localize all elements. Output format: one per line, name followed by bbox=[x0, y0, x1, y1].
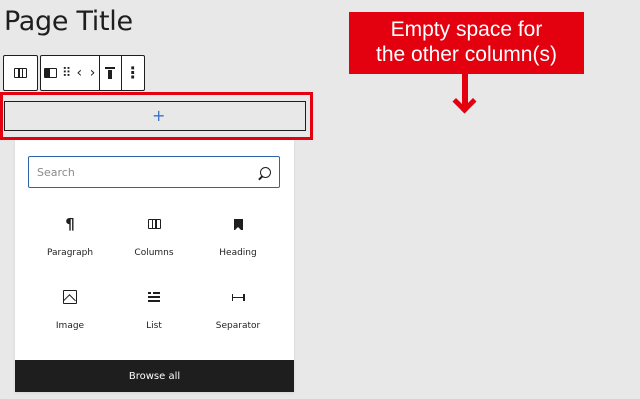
chevron-right-icon: › bbox=[89, 65, 96, 81]
column-block-type-button[interactable] bbox=[41, 56, 59, 90]
block-label: Columns bbox=[134, 248, 174, 258]
drag-handle[interactable]: ⠿ bbox=[59, 56, 72, 90]
toolbar-group-block: ⠿ ‹ › ⋮ bbox=[40, 55, 145, 91]
block-label: List bbox=[146, 321, 162, 331]
browse-all-button[interactable]: Browse all bbox=[15, 360, 294, 392]
move-left-button[interactable]: ‹ bbox=[73, 56, 86, 90]
move-right-button[interactable]: › bbox=[86, 56, 99, 90]
search-icon bbox=[260, 166, 271, 178]
block-item-paragraph[interactable]: ¶ Paragraph bbox=[28, 212, 112, 285]
block-label: Paragraph bbox=[46, 248, 94, 258]
align-top-icon bbox=[105, 67, 116, 79]
paragraph-icon: ¶ bbox=[65, 215, 75, 233]
block-item-list[interactable]: List bbox=[112, 285, 196, 358]
select-parent-columns-button[interactable] bbox=[4, 56, 37, 90]
annotation-arrow-head bbox=[452, 89, 477, 114]
annotation-line-2: the other column(s) bbox=[376, 43, 557, 66]
page-title[interactable]: Page Title bbox=[4, 6, 133, 37]
columns-icon bbox=[14, 68, 27, 78]
toolbar-group-parent bbox=[3, 55, 38, 91]
block-grid: ¶ Paragraph Columns Heading Image List S… bbox=[28, 212, 280, 358]
block-item-separator[interactable]: Separator bbox=[196, 285, 280, 358]
block-toolbar: ⠿ ‹ › ⋮ bbox=[3, 55, 145, 91]
separator-icon bbox=[231, 285, 245, 309]
vertical-align-button[interactable] bbox=[100, 56, 121, 90]
block-label: Heading bbox=[219, 248, 257, 258]
annotation-highlight-box bbox=[0, 92, 313, 140]
block-inserter-popover: ¶ Paragraph Columns Heading Image bbox=[15, 140, 294, 392]
chevron-left-icon: ‹ bbox=[76, 65, 83, 81]
block-label: Image bbox=[55, 321, 85, 331]
block-item-image[interactable]: Image bbox=[28, 285, 112, 358]
block-item-columns[interactable]: Columns bbox=[112, 212, 196, 285]
search-input[interactable] bbox=[37, 165, 260, 179]
heading-icon bbox=[233, 212, 243, 236]
search-field[interactable] bbox=[28, 156, 280, 188]
annotation-line-1: Empty space for bbox=[390, 18, 543, 41]
block-label: Separator bbox=[215, 321, 261, 331]
column-icon bbox=[43, 68, 57, 78]
list-icon bbox=[148, 285, 160, 309]
image-icon bbox=[63, 285, 77, 309]
columns-icon bbox=[147, 212, 161, 236]
more-vertical-icon: ⋮ bbox=[124, 63, 141, 82]
block-item-heading[interactable]: Heading bbox=[196, 212, 280, 285]
more-options-button[interactable]: ⋮ bbox=[122, 56, 144, 90]
annotation-callout: Empty space for the other column(s) bbox=[349, 12, 584, 74]
drag-handle-icon: ⠿ bbox=[61, 65, 71, 81]
